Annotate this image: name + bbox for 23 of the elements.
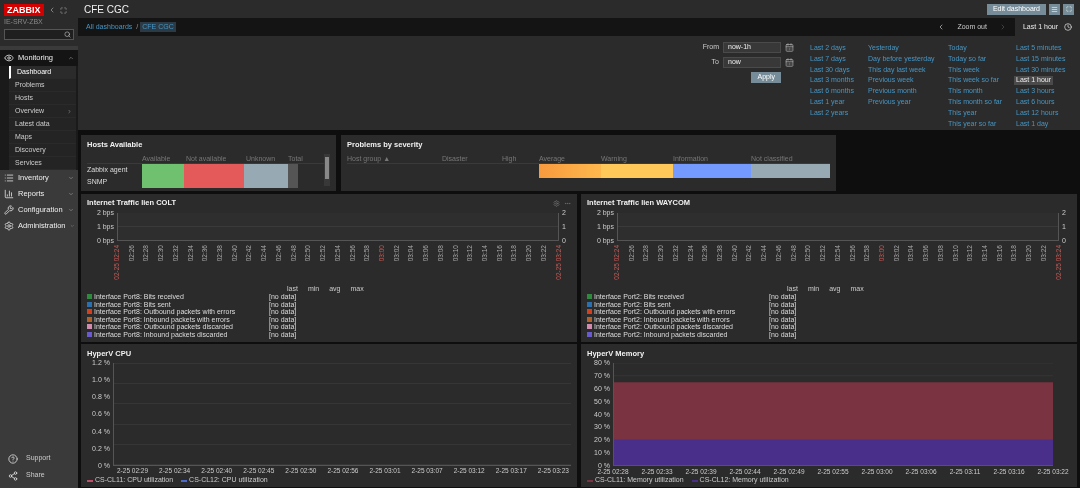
eye-icon (4, 53, 14, 63)
calendar-icon[interactable] (785, 43, 794, 52)
page-title: CFE CGC (84, 2, 130, 17)
chevron-down-icon (69, 223, 74, 229)
chevron-down-icon (68, 207, 74, 213)
menu-button[interactable] (1049, 3, 1060, 15)
search-icon (64, 31, 71, 38)
calendar-icon[interactable] (785, 58, 794, 67)
wrench-icon (4, 205, 14, 215)
chevron-up-icon (68, 55, 74, 61)
clock-icon (1064, 23, 1072, 31)
scrollbar[interactable] (324, 154, 330, 187)
help-icon (8, 453, 18, 464)
gear-icon (4, 221, 14, 231)
chevron-right-icon (67, 108, 72, 114)
chevron-down-icon (68, 191, 74, 197)
search-field[interactable] (4, 29, 74, 40)
chart-icon (4, 189, 14, 199)
logo[interactable]: ZABBIX (4, 4, 44, 16)
chevron-down-icon (68, 175, 74, 181)
fullscreen-button[interactable] (1063, 3, 1074, 15)
list-icon (4, 173, 14, 183)
share-icon (8, 470, 18, 481)
